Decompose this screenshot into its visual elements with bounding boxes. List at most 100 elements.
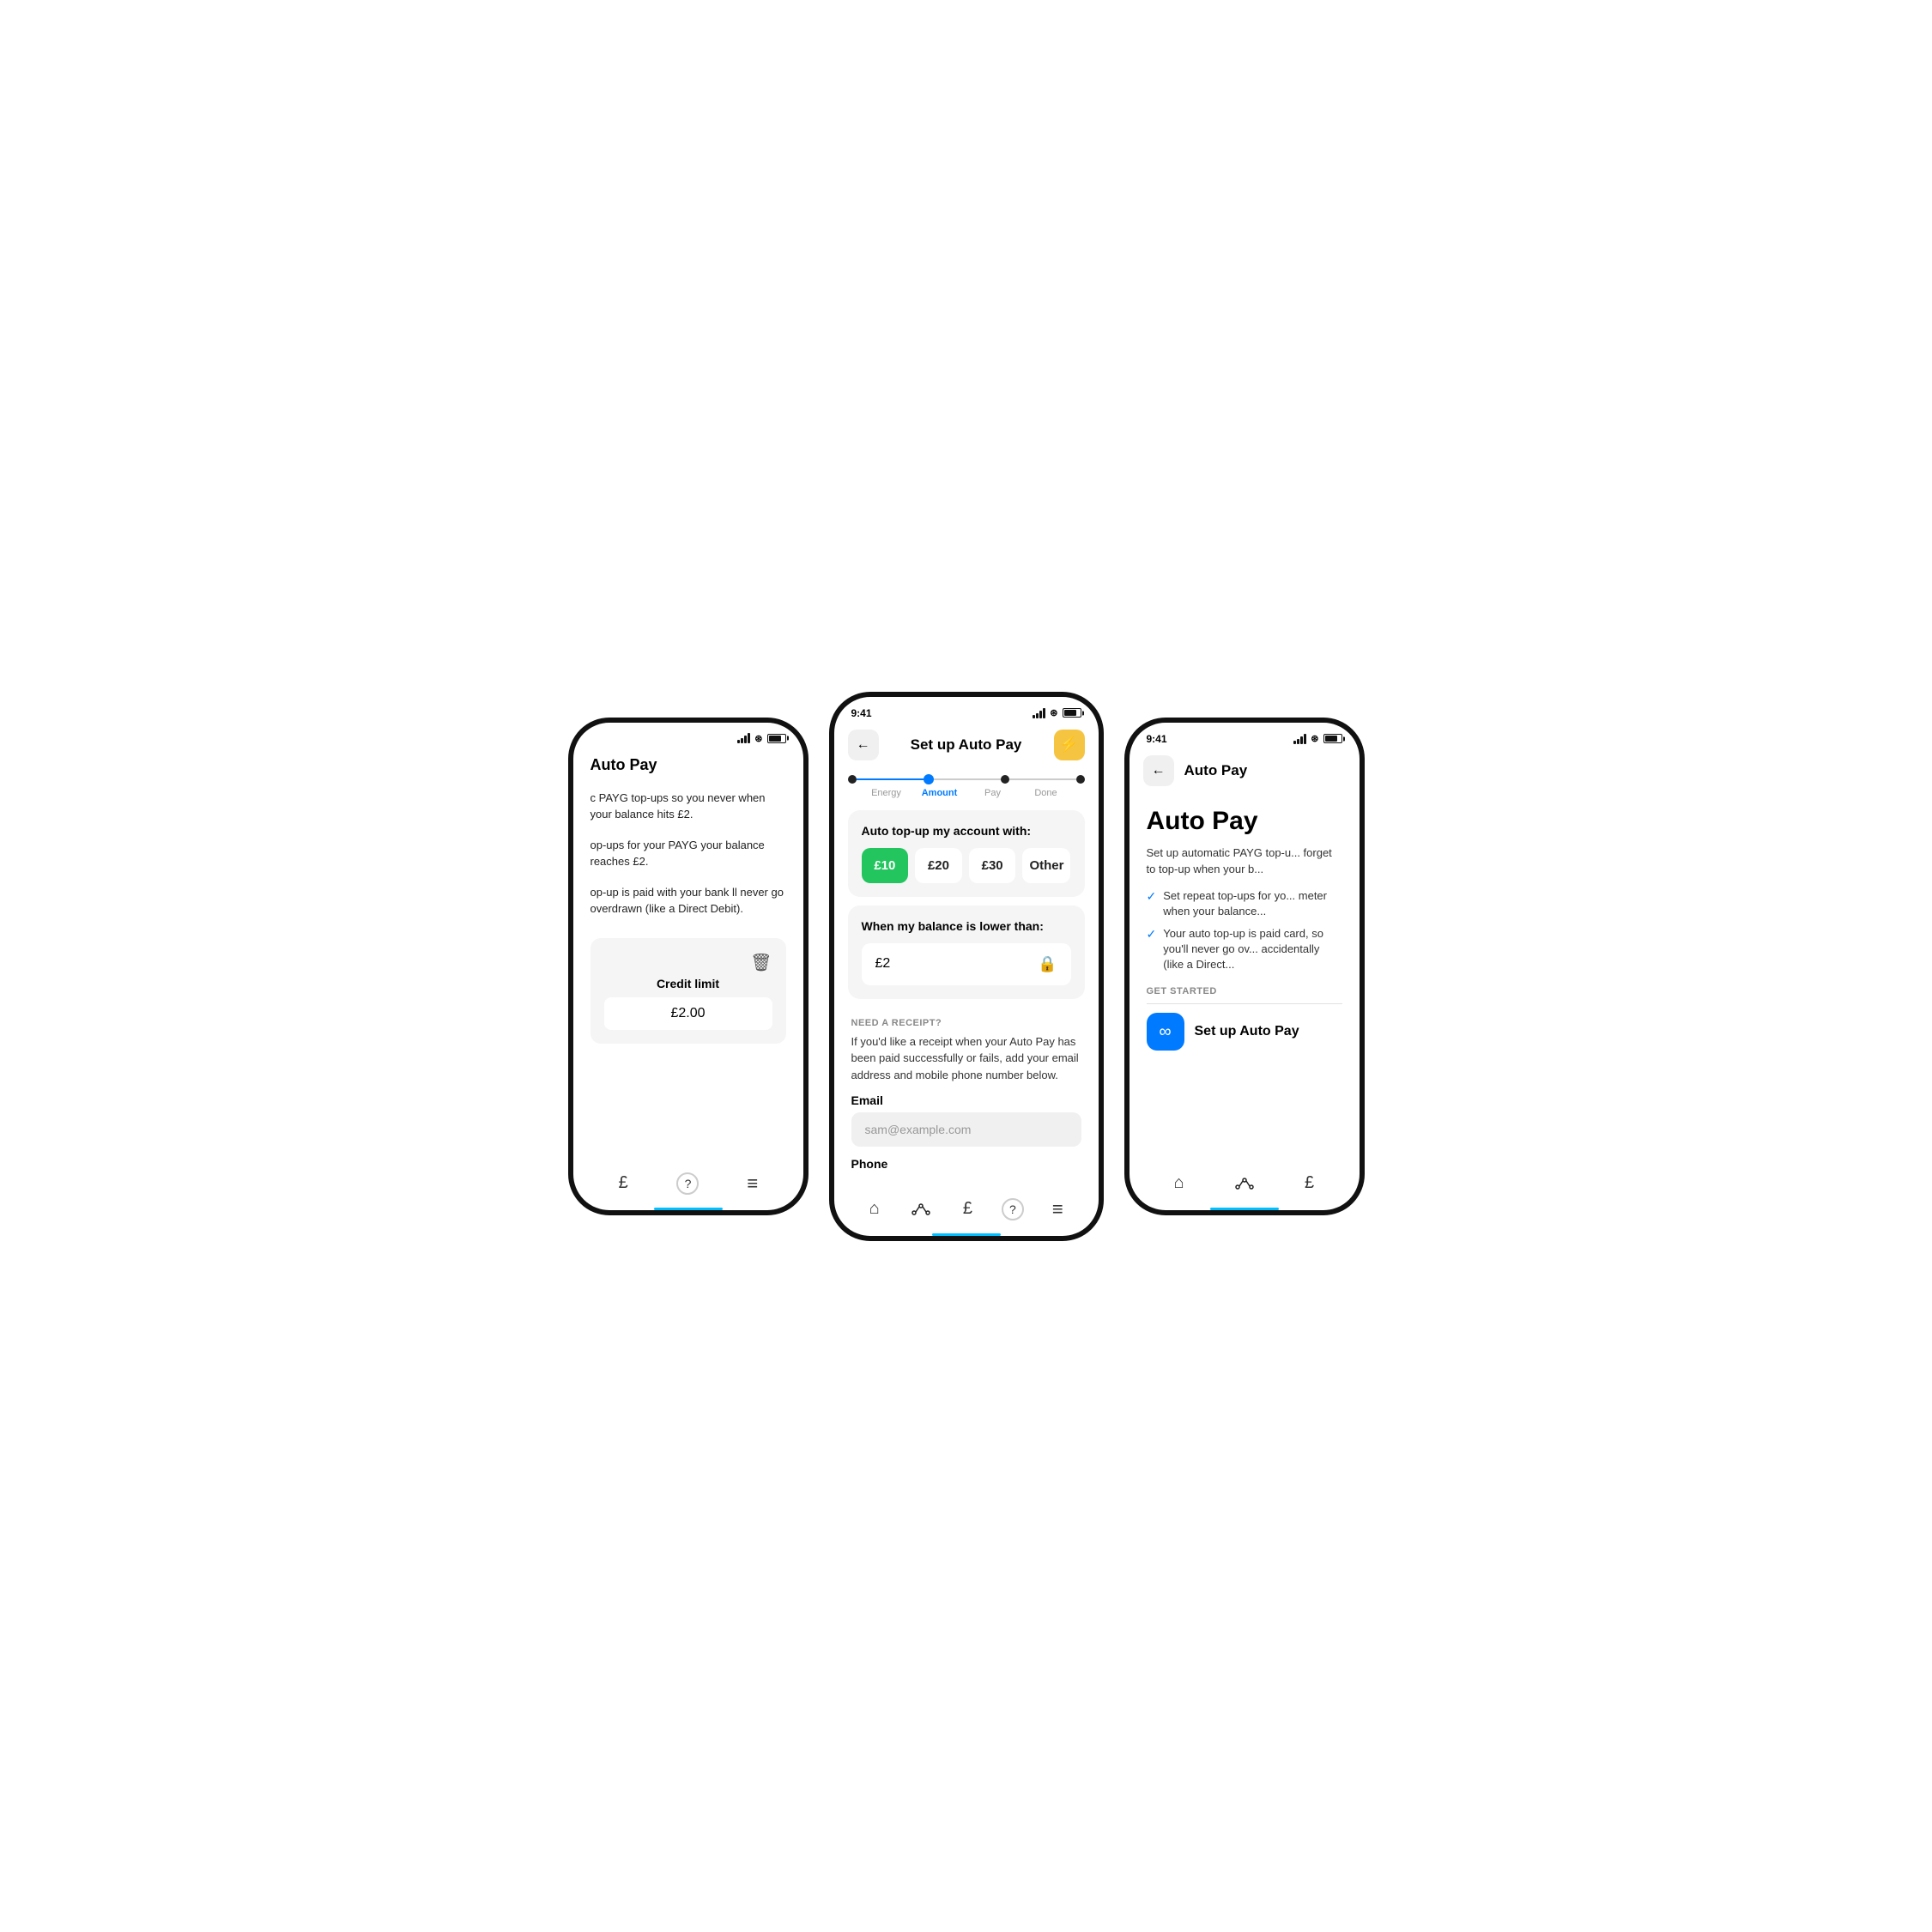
right-back-button[interactable]: ← bbox=[1143, 755, 1174, 786]
right-bottom-nav: ⌂ £ bbox=[1130, 1162, 1360, 1210]
step-line-3 bbox=[1009, 778, 1076, 780]
amount-card: Auto top-up my account with: £10 £20 £30… bbox=[848, 810, 1085, 897]
left-phone: ⊛ Auto Pay c PAYG top-ups so you never w… bbox=[568, 718, 809, 1215]
get-started-label: GET STARTED bbox=[1147, 986, 1342, 996]
nav-menu-left[interactable]: ≡ bbox=[740, 1171, 766, 1196]
center-nav-indicator bbox=[932, 1233, 1001, 1236]
right-main-content: Auto Pay Set up automatic PAYG top-u... … bbox=[1130, 793, 1360, 1065]
check-text-2: Your auto top-up is paid card, so you'll… bbox=[1163, 926, 1341, 973]
phone-field-label: Phone bbox=[851, 1157, 1081, 1171]
left-desc2: op-ups for your PAYG your balance reache… bbox=[573, 830, 803, 877]
left-header-title: Auto Pay bbox=[573, 748, 803, 783]
right-screen-title: Auto Pay bbox=[1184, 762, 1248, 779]
amount-options: £10 £20 £30 Other bbox=[862, 848, 1071, 883]
amount-10-button[interactable]: £10 bbox=[862, 848, 909, 883]
right-status-bar: 9:41 ⊛ bbox=[1130, 723, 1360, 748]
right-wifi-icon: ⊛ bbox=[1311, 733, 1318, 744]
check-text-1: Set repeat top-ups for yo... meter when … bbox=[1163, 888, 1341, 919]
battery-icon bbox=[767, 734, 786, 743]
nav-help-center[interactable]: ? bbox=[1002, 1198, 1024, 1220]
step-energy-dot bbox=[848, 775, 857, 784]
nav-help-left[interactable]: ? bbox=[676, 1172, 699, 1195]
setup-btn-text: Set up Auto Pay bbox=[1195, 1024, 1299, 1039]
left-phone-content: Auto Pay c PAYG top-ups so you never whe… bbox=[573, 748, 803, 1204]
center-status-icons: ⊛ bbox=[1033, 707, 1081, 718]
left-status-icons: ⊛ bbox=[737, 733, 785, 744]
left-desc3: op-up is paid with your bank ll never go… bbox=[573, 877, 803, 924]
right-phone-content: ← Auto Pay Auto Pay Set up automatic PAY… bbox=[1130, 748, 1360, 1205]
check-item-1: ✓ Set repeat top-ups for yo... meter whe… bbox=[1147, 888, 1342, 919]
step-label-energy: Energy bbox=[860, 788, 913, 798]
nav-graph-right[interactable] bbox=[1232, 1171, 1257, 1196]
nav-pound-center[interactable]: £ bbox=[954, 1196, 980, 1222]
right-header: ← Auto Pay bbox=[1130, 748, 1360, 793]
receipt-section: NEED A RECEIPT? If you'd like a receipt … bbox=[834, 1008, 1099, 1184]
center-phone: 9:41 ⊛ ← Set up Auto Pay ⚡ bbox=[829, 692, 1104, 1241]
balance-section-title: When my balance is lower than: bbox=[862, 919, 1071, 933]
credit-limit-label: Credit limit bbox=[604, 977, 772, 990]
divider bbox=[1147, 1003, 1342, 1004]
checkmark-1: ✓ bbox=[1147, 889, 1157, 904]
infinity-icon: ∞ bbox=[1147, 1013, 1184, 1051]
center-back-button[interactable]: ← bbox=[848, 730, 879, 760]
center-screen-title: Set up Auto Pay bbox=[911, 736, 1022, 754]
amount-30-button[interactable]: £30 bbox=[969, 848, 1016, 883]
nav-graph-center[interactable] bbox=[908, 1196, 934, 1222]
balance-card: When my balance is lower than: £2 🔒 bbox=[848, 905, 1085, 999]
center-wifi-icon: ⊛ bbox=[1050, 707, 1057, 718]
email-field-label: Email bbox=[851, 1093, 1081, 1107]
step-label-done: Done bbox=[1020, 788, 1073, 798]
trash-icon[interactable]: 🗑 bbox=[750, 952, 772, 973]
center-header: ← Set up Auto Pay ⚡ bbox=[834, 723, 1099, 767]
left-desc1: c PAYG top-ups so you never when your ba… bbox=[573, 783, 803, 830]
center-status-bar: 9:41 ⊛ bbox=[834, 697, 1099, 723]
amount-section-title: Auto top-up my account with: bbox=[862, 824, 1071, 838]
amount-20-button[interactable]: £20 bbox=[915, 848, 962, 883]
lock-icon: 🔒 bbox=[1038, 955, 1057, 973]
step-done-dot bbox=[1076, 775, 1085, 784]
nav-menu-center[interactable]: ≡ bbox=[1045, 1196, 1070, 1222]
step-line-2 bbox=[934, 778, 1001, 780]
left-nav-indicator bbox=[654, 1208, 723, 1210]
receipt-description: If you'd like a receipt when your Auto P… bbox=[851, 1033, 1081, 1084]
center-time: 9:41 bbox=[851, 707, 872, 719]
nav-pound-right[interactable]: £ bbox=[1297, 1171, 1323, 1196]
lightning-icon: ⚡ bbox=[1059, 736, 1078, 754]
left-status-bar: ⊛ bbox=[573, 723, 803, 748]
left-bottom-nav: £ ? ≡ bbox=[573, 1162, 803, 1210]
center-battery-icon bbox=[1063, 708, 1081, 718]
right-description: Set up automatic PAYG top-u... forget to… bbox=[1147, 845, 1342, 878]
step-labels-row: Energy Amount Pay Done bbox=[848, 784, 1085, 802]
right-nav-indicator bbox=[1210, 1208, 1279, 1210]
right-battery-icon bbox=[1323, 734, 1342, 743]
amount-other-button[interactable]: Other bbox=[1022, 848, 1070, 883]
step-label-pay: Pay bbox=[966, 788, 1020, 798]
credit-limit-card: 🗑 Credit limit £2.00 bbox=[591, 938, 786, 1044]
wifi-icon: ⊛ bbox=[754, 733, 762, 744]
step-pay-dot bbox=[1001, 775, 1009, 784]
center-phone-content: ← Set up Auto Pay ⚡ Energy bbox=[834, 723, 1099, 1227]
center-bottom-nav: ⌂ £ ? ≡ bbox=[834, 1188, 1099, 1236]
balance-value: £2 bbox=[875, 956, 891, 972]
right-time: 9:41 bbox=[1147, 733, 1167, 745]
email-input[interactable]: sam@example.com bbox=[851, 1112, 1081, 1147]
lightning-button[interactable]: ⚡ bbox=[1054, 730, 1085, 760]
step-amount-dot bbox=[924, 774, 934, 784]
nav-pound-left[interactable]: £ bbox=[610, 1171, 636, 1196]
setup-auto-pay-button[interactable]: ∞ Set up Auto Pay bbox=[1147, 1013, 1342, 1051]
right-signal-icon bbox=[1293, 734, 1306, 744]
right-big-title: Auto Pay bbox=[1147, 807, 1342, 836]
receipt-label: NEED A RECEIPT? bbox=[851, 1018, 1081, 1028]
right-status-icons: ⊛ bbox=[1293, 733, 1341, 744]
balance-input[interactable]: £2 🔒 bbox=[862, 943, 1071, 985]
center-signal-icon bbox=[1033, 708, 1045, 718]
credit-limit-value: £2.00 bbox=[604, 997, 772, 1030]
progress-dots-row bbox=[848, 774, 1085, 784]
nav-home-center[interactable]: ⌂ bbox=[862, 1196, 887, 1222]
check-item-2: ✓ Your auto top-up is paid card, so you'… bbox=[1147, 926, 1342, 973]
step-line-1 bbox=[857, 778, 924, 780]
right-phone: 9:41 ⊛ ← Auto Pay bbox=[1124, 718, 1365, 1215]
nav-home-right[interactable]: ⌂ bbox=[1166, 1171, 1192, 1196]
progress-container: Energy Amount Pay Done bbox=[834, 767, 1099, 802]
signal-icon bbox=[737, 733, 750, 743]
